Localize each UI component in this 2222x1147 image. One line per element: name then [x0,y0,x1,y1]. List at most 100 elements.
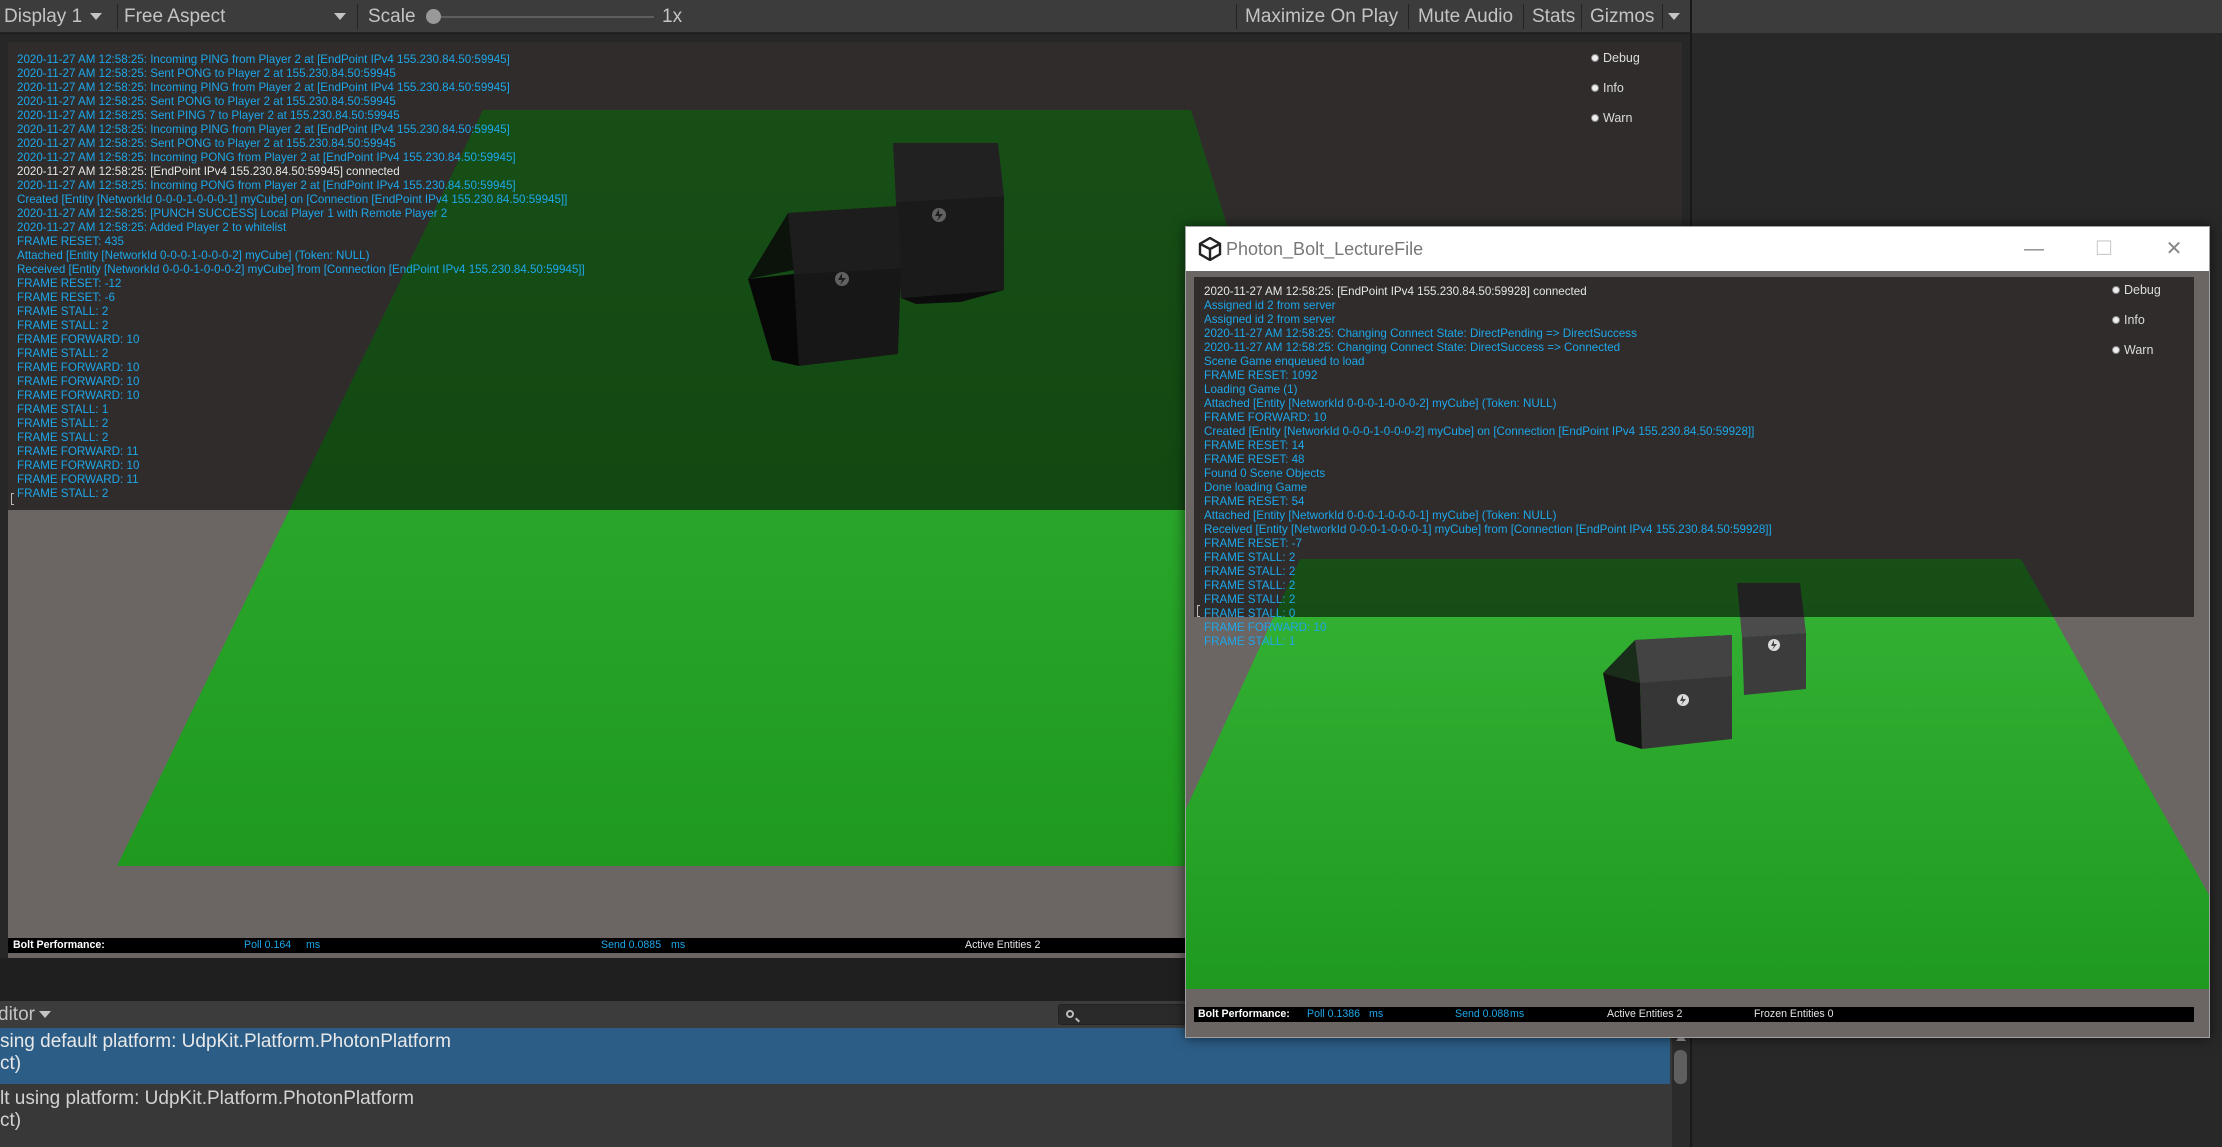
log-line: Assigned id 2 from server [1204,299,1336,312]
log-line: FRAME RESET: 54 [1204,495,1305,508]
chevron-down-icon [90,13,103,21]
log-line: FRAME FORWARD: 10 [17,361,140,374]
log-line: FRAME STALL: 1 [1204,635,1296,648]
log-line: Attached [Entity [NetworkId 0-0-0-1-0-0-… [1204,509,1557,522]
log-level-label: Info [1603,81,1624,95]
log-line: FRAME STALL: 2 [17,417,109,430]
perf-send-unit: ms [1510,1008,1525,1020]
maximize-on-play-toggle[interactable]: Maximize On Play [1245,0,1398,33]
console-scrollbar[interactable] [1672,1028,1690,1147]
log-level-label: Warn [2124,343,2154,357]
log-console[interactable]: 2020-11-27 AM 12:58:25: [EndPoint IPv4 1… [1204,285,1772,649]
console-entry-detail: ct) [0,1053,22,1074]
scrollbar-thumb[interactable] [1674,1050,1687,1084]
log-line: Attached [Entity [NetworkId 0-0-0-1-0-0-… [17,249,370,262]
console-mode-dropdown[interactable]: ditor [0,1001,51,1028]
log-line: FRAME FORWARD: 10 [1204,621,1327,634]
log-line: FRAME STALL: 0 [1204,607,1296,620]
log-line: FRAME RESET: -7 [1204,537,1302,550]
radio-icon [2112,286,2120,294]
log-level-debug[interactable]: Debug [1591,51,1640,81]
right-dock-tabbar [1692,0,2222,33]
log-line: 2020-11-27 AM 12:58:25: Sent PONG to Pla… [17,95,396,108]
divider [117,4,118,29]
log-line: FRAME FORWARD: 10 [17,459,140,472]
scale-value: 1x [662,6,683,27]
divider [1523,4,1524,29]
log-scrollbar-icon[interactable] [11,493,14,505]
player-scene[interactable]: Debug Info Warn 2020-11-27 AM 12:58:25: … [1186,271,2209,1037]
log-level-label: Debug [2124,283,2161,297]
scale-slider[interactable] [434,16,654,18]
console-entry[interactable]: lt using platform: UdpKit.Platform.Photo… [0,1085,1670,1141]
game-view-toolbar: Display 1 Free Aspect Scale 1x Maximize … [0,0,1690,33]
stats-toggle[interactable]: Stats [1532,0,1575,33]
radio-icon [1591,54,1599,62]
console-list: sing default platform: UdpKit.Platform.P… [0,1028,1690,1147]
log-line: 2020-11-27 AM 12:58:25: Incoming PING fr… [17,81,510,94]
log-level-warn[interactable]: Warn [1591,111,1640,141]
aspect-dropdown[interactable]: Free Aspect [124,0,352,33]
log-line: FRAME STALL: 2 [1204,579,1296,592]
console-search-input[interactable] [1058,1004,1186,1025]
log-line: FRAME FORWARD: 11 [17,473,139,486]
gizmos-dropdown[interactable] [1668,0,1680,33]
log-console[interactable]: 2020-11-27 AM 12:58:25: Incoming PING fr… [17,53,585,501]
log-line: FRAME RESET: 48 [1204,453,1305,466]
close-button[interactable]: ✕ [2139,227,2209,271]
log-line: FRAME STALL: 2 [17,347,109,360]
log-level-debug[interactable]: Debug [2112,283,2161,313]
log-level-warn[interactable]: Warn [2112,343,2161,373]
divider [1236,4,1237,29]
console-entry-message: lt using platform: UdpKit.Platform.Photo… [0,1088,414,1109]
player-window[interactable]: Photon_Bolt_LectureFile — ☐ ✕ Debug Info… [1185,226,2210,1038]
log-line: FRAME STALL: 2 [1204,565,1296,578]
log-level-filter: Debug Info Warn [1591,51,1640,141]
log-line: Scene Game enqueued to load [1204,355,1365,368]
log-line: FRAME STALL: 2 [1204,551,1296,564]
console-entry-detail: ct) [0,1110,22,1131]
log-line: 2020-11-27 AM 12:58:25: Sent PING 7 to P… [17,109,400,122]
log-line: FRAME RESET: 1092 [1204,369,1318,382]
mute-audio-toggle[interactable]: Mute Audio [1418,0,1513,33]
divider [1662,4,1663,29]
log-line: Attached [Entity [NetworkId 0-0-0-1-0-0-… [1204,397,1557,410]
divider [1408,4,1409,29]
gizmos-toggle[interactable]: Gizmos [1590,0,1654,33]
log-line: Assigned id 2 from server [1204,313,1336,326]
log-line: Created [Entity [NetworkId 0-0-0-1-0-0-0… [17,193,568,206]
log-line: 2020-11-27 AM 12:58:25: Incoming PING fr… [17,123,510,136]
log-level-info[interactable]: Info [1591,81,1640,111]
log-line: 2020-11-27 AM 12:58:25: [PUNCH SUCCESS] … [17,207,448,220]
perf-label: Bolt Performance: [13,939,105,951]
player-viewport[interactable]: Debug Info Warn 2020-11-27 AM 12:58:25: … [1186,271,2209,1037]
display-dropdown[interactable]: Display 1 [4,0,103,33]
log-line: Created [Entity [NetworkId 0-0-0-1-0-0-0… [1204,425,1755,438]
log-line: 2020-11-27 AM 12:58:25: Incoming PING fr… [17,53,510,66]
unity-editor: Display 1 Free Aspect Scale 1x Maximize … [0,0,2222,1147]
chevron-down-icon [38,1011,51,1019]
log-line: 2020-11-27 AM 12:58:25: Sent PONG to Pla… [17,137,396,150]
perf-poll: Poll 0.164 [244,939,292,951]
perf-active-entities: Active Entities 2 [965,939,1041,951]
log-line: FRAME RESET: 14 [1204,439,1305,452]
log-scrollbar-icon[interactable] [1197,605,1200,617]
log-level-label: Info [2124,313,2145,327]
chevron-down-icon [1668,13,1680,21]
log-level-info[interactable]: Info [2112,313,2161,343]
log-line: 2020-11-27 AM 12:58:25: [EndPoint IPv4 1… [17,165,400,178]
minimize-button[interactable]: — [1999,227,2069,271]
log-level-label: Warn [1603,111,1633,125]
window-titlebar[interactable]: Photon_Bolt_LectureFile — ☐ ✕ [1186,227,2209,271]
display-label: Display 1 [4,6,83,27]
log-line: FRAME STALL: 2 [1204,593,1296,606]
maximize-button[interactable]: ☐ [2069,227,2139,271]
log-line: FRAME STALL: 2 [17,305,109,318]
aspect-label: Free Aspect [124,6,226,27]
scale-slider-handle[interactable] [426,9,441,24]
chevron-down-icon [334,13,346,20]
perf-send-unit: ms [671,939,686,951]
divider [1581,4,1582,29]
log-line: FRAME STALL: 2 [17,487,109,500]
log-line: FRAME FORWARD: 10 [17,375,140,388]
